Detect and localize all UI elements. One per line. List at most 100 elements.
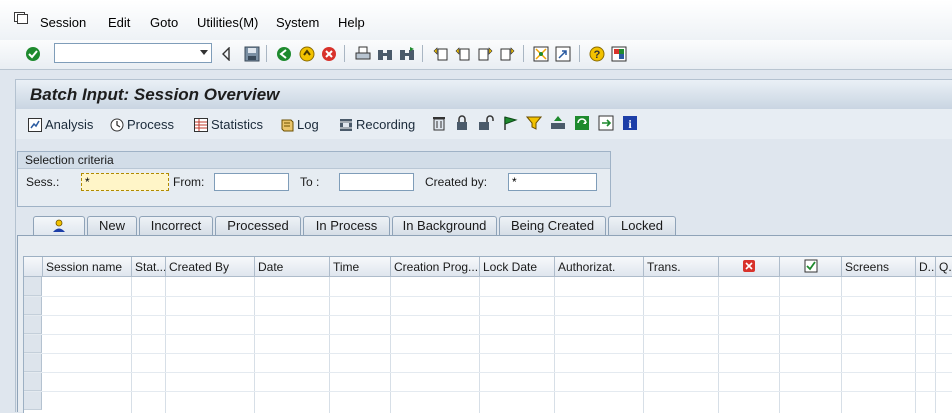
- first-page-icon[interactable]: [432, 45, 450, 63]
- column-header[interactable]: Creation Prog...: [391, 257, 480, 277]
- table-row: [24, 391, 952, 392]
- enter-icon[interactable]: [24, 45, 42, 63]
- from-label: From:: [173, 175, 205, 189]
- error-icon: [743, 260, 755, 272]
- filter-icon[interactable]: [526, 115, 542, 131]
- toolbar-divider: [579, 45, 580, 62]
- row-selector[interactable]: [24, 391, 42, 410]
- statistics-icon: [194, 117, 208, 132]
- session-table: Session name Stat... Created By Date Tim…: [23, 256, 952, 413]
- table-column: [644, 277, 719, 413]
- to-label: To :: [300, 175, 320, 189]
- toolbar-divider: [422, 45, 423, 62]
- menu-system[interactable]: System: [276, 15, 319, 30]
- previous-page-icon[interactable]: [454, 45, 472, 63]
- recording-button[interactable]: Recording: [339, 117, 415, 132]
- exit-icon[interactable]: [298, 45, 316, 63]
- create-session-icon[interactable]: [532, 45, 550, 63]
- standard-toolbar: ?: [0, 40, 952, 70]
- next-page-icon[interactable]: [476, 45, 494, 63]
- column-header[interactable]: D...: [916, 257, 936, 277]
- back-green-icon[interactable]: [275, 45, 293, 63]
- application-toolbar: Analysis Process Statistics Log Recordin…: [15, 109, 952, 139]
- menu-edit[interactable]: Edit: [108, 15, 130, 30]
- svg-text:?: ?: [594, 49, 601, 61]
- row-selector[interactable]: [24, 277, 42, 296]
- table-row: [24, 334, 952, 335]
- row-selector[interactable]: [24, 353, 42, 372]
- lock-icon[interactable]: [454, 115, 470, 131]
- created-by-input[interactable]: [508, 173, 597, 191]
- column-header[interactable]: Created By: [166, 257, 255, 277]
- refresh-icon[interactable]: [574, 115, 590, 131]
- process-label: Process: [127, 117, 174, 132]
- menu-help[interactable]: Help: [338, 15, 365, 30]
- help-icon[interactable]: ?: [588, 45, 606, 63]
- column-header[interactable]: Lock Date: [480, 257, 555, 277]
- process-button[interactable]: Process: [110, 117, 174, 132]
- column-header[interactable]: Screens: [842, 257, 916, 277]
- statistics-label: Statistics: [211, 117, 264, 132]
- tab-all[interactable]: [33, 216, 85, 235]
- system-menu-icon[interactable]: [14, 12, 28, 24]
- table-column: [719, 277, 780, 413]
- shortcut-icon[interactable]: [554, 45, 572, 63]
- table-column: [255, 277, 330, 413]
- processed-column-header[interactable]: [780, 257, 842, 277]
- tab-in-background[interactable]: In Background: [392, 216, 497, 235]
- menu-session[interactable]: Session: [40, 15, 86, 30]
- toolbar-divider: [523, 45, 524, 62]
- column-header[interactable]: Date: [255, 257, 330, 277]
- find-next-icon[interactable]: [398, 45, 416, 63]
- error-column-header[interactable]: [719, 257, 780, 277]
- tab-in-process[interactable]: In Process: [303, 216, 390, 235]
- back-icon[interactable]: [217, 45, 235, 63]
- log-button[interactable]: Log: [280, 117, 319, 132]
- recording-label: Recording: [356, 117, 416, 132]
- row-selector-header[interactable]: [24, 257, 43, 277]
- save-icon[interactable]: [243, 45, 261, 63]
- cancel-icon[interactable]: [320, 45, 338, 63]
- column-header[interactable]: Session name: [43, 257, 132, 277]
- last-page-icon[interactable]: [498, 45, 516, 63]
- table-column: [780, 277, 842, 413]
- column-header[interactable]: Authorizat.: [555, 257, 644, 277]
- delete-icon[interactable]: [431, 115, 447, 131]
- column-header[interactable]: Q...: [936, 257, 952, 277]
- checkmark-icon: [804, 259, 817, 273]
- chevron-down-icon[interactable]: [200, 50, 208, 55]
- print-list-icon[interactable]: [550, 115, 566, 131]
- analysis-button[interactable]: Analysis: [28, 117, 93, 132]
- print-icon[interactable]: [354, 45, 372, 63]
- column-header[interactable]: Stat...: [132, 257, 166, 277]
- layout-icon[interactable]: [610, 45, 628, 63]
- column-header[interactable]: Trans.: [644, 257, 719, 277]
- row-selector[interactable]: [24, 372, 42, 391]
- table-row: [24, 296, 952, 297]
- tab-processed[interactable]: Processed: [215, 216, 301, 235]
- to-date-input[interactable]: [339, 173, 414, 191]
- command-field[interactable]: [54, 43, 212, 63]
- from-date-input[interactable]: [214, 173, 289, 191]
- tab-new[interactable]: New: [87, 216, 137, 235]
- row-selector[interactable]: [24, 315, 42, 334]
- tab-incorrect[interactable]: Incorrect: [139, 216, 213, 235]
- table-column: [555, 277, 644, 413]
- selection-criteria-title: Selection criteria: [25, 153, 114, 167]
- tab-locked[interactable]: Locked: [608, 216, 676, 235]
- all-sessions-icon: [53, 219, 65, 232]
- row-selector[interactable]: [24, 296, 42, 315]
- export-icon[interactable]: [598, 115, 614, 131]
- info-icon[interactable]: i: [622, 115, 638, 131]
- log-icon: [280, 118, 294, 132]
- flag-icon[interactable]: [502, 115, 518, 131]
- session-input[interactable]: [81, 173, 169, 191]
- statistics-button[interactable]: Statistics: [194, 117, 263, 132]
- tab-being-created[interactable]: Being Created: [499, 216, 606, 235]
- menu-goto[interactable]: Goto: [150, 15, 178, 30]
- find-icon[interactable]: [376, 45, 394, 63]
- row-selector[interactable]: [24, 334, 42, 353]
- unlock-icon[interactable]: [478, 115, 494, 131]
- menu-utilities[interactable]: Utilities(M): [197, 15, 258, 30]
- column-header[interactable]: Time: [330, 257, 391, 277]
